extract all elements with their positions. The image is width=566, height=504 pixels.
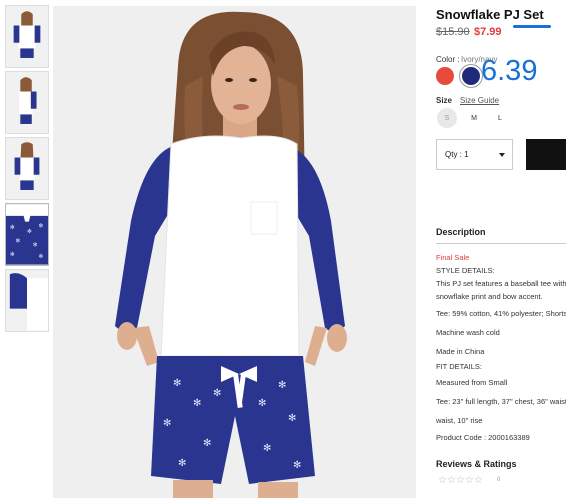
thumbnail-gallery: ✻ ✻ ✻ ✻ ✻ ✻ ✻ — [5, 5, 50, 335]
original-price: $15.90 — [436, 26, 470, 38]
description-line: FIT DETAILS: — [436, 362, 482, 371]
thumbnail-shorts[interactable]: ✻ ✻ ✻ ✻ ✻ ✻ ✻ — [5, 203, 49, 266]
svg-text:✻: ✻ — [38, 253, 43, 260]
svg-text:✻: ✻ — [173, 378, 181, 389]
overlay-number: 6.39 — [481, 55, 538, 87]
main-product-image[interactable]: ✻ ✻ ✻ ✻ ✻ ✻ ✻ ✻ ✻ ✻ ✻ — [53, 6, 416, 498]
svg-text:✻: ✻ — [203, 438, 211, 449]
description-line: STYLE DETAILS: — [436, 266, 495, 275]
review-count: 0 — [497, 477, 501, 483]
svg-text:✻: ✻ — [278, 380, 286, 391]
quantity-select[interactable]: Qty : 1 — [436, 139, 513, 170]
svg-text:✻: ✻ — [293, 460, 301, 471]
description-line: Made in China — [436, 347, 485, 356]
description-divider — [436, 243, 566, 244]
size-option-m[interactable]: M — [464, 108, 484, 128]
final-sale-note: Final Sale — [436, 253, 470, 262]
description-line: Measured from Small — [436, 378, 508, 387]
svg-text:✻: ✻ — [193, 398, 201, 409]
product-detail-panel: Snowflake PJ Set $15.90 $7.99 Color : Iv… — [436, 0, 566, 504]
thumbnail-front[interactable] — [5, 5, 49, 68]
navy-swatch[interactable] — [462, 67, 480, 85]
svg-text:✻: ✻ — [27, 228, 32, 235]
svg-text:✻: ✻ — [10, 251, 15, 258]
description-line: Machine wash cold — [436, 328, 500, 337]
svg-text:✻: ✻ — [263, 443, 271, 454]
thumbnail-side[interactable] — [5, 71, 49, 134]
svg-text:✻: ✻ — [258, 398, 266, 409]
svg-text:✻: ✻ — [213, 388, 221, 399]
size-option-s[interactable]: S — [437, 108, 457, 128]
svg-text:✻: ✻ — [38, 222, 43, 229]
product-title: Snowflake PJ Set — [436, 7, 544, 22]
sale-price: $7.99 — [474, 26, 502, 38]
svg-text:✻: ✻ — [178, 458, 186, 469]
thumbnail-back[interactable] — [5, 137, 49, 200]
description-line: waist, 10" rise — [436, 416, 483, 425]
size-label: Size — [436, 96, 453, 105]
description-line: Tee: 23" full length, 37" chest, 36" wai… — [436, 397, 566, 406]
svg-text:✻: ✻ — [288, 413, 296, 424]
svg-text:✻: ✻ — [10, 224, 15, 231]
svg-text:✻: ✻ — [16, 238, 21, 245]
title-highlight-underline — [513, 25, 551, 28]
color-label: Color : — [436, 55, 460, 64]
size-option-l[interactable]: L — [490, 108, 510, 128]
svg-text:✻: ✻ — [163, 418, 171, 429]
add-to-bag-button[interactable] — [526, 139, 566, 170]
thumbnail-sleeve[interactable] — [5, 269, 49, 332]
svg-text:✻: ✻ — [33, 241, 38, 248]
product-code: Product Code : 2000163389 — [436, 433, 530, 442]
size-guide-link[interactable]: Size Guide — [460, 96, 499, 105]
star-rating[interactable]: ☆☆☆☆☆ — [438, 475, 483, 486]
description-line: Tee: 59% cotton, 41% polyester; Shorts — [436, 309, 566, 318]
reviews-heading: Reviews & Ratings — [436, 459, 517, 469]
chevron-down-icon — [499, 153, 505, 157]
quantity-label: Qty : 1 — [445, 150, 469, 159]
description-line: This PJ set features a baseball tee with — [436, 279, 566, 288]
description-line: snowflake print and bow accent. — [436, 292, 543, 301]
red-swatch[interactable] — [436, 67, 454, 85]
description-heading: Description — [436, 227, 486, 237]
